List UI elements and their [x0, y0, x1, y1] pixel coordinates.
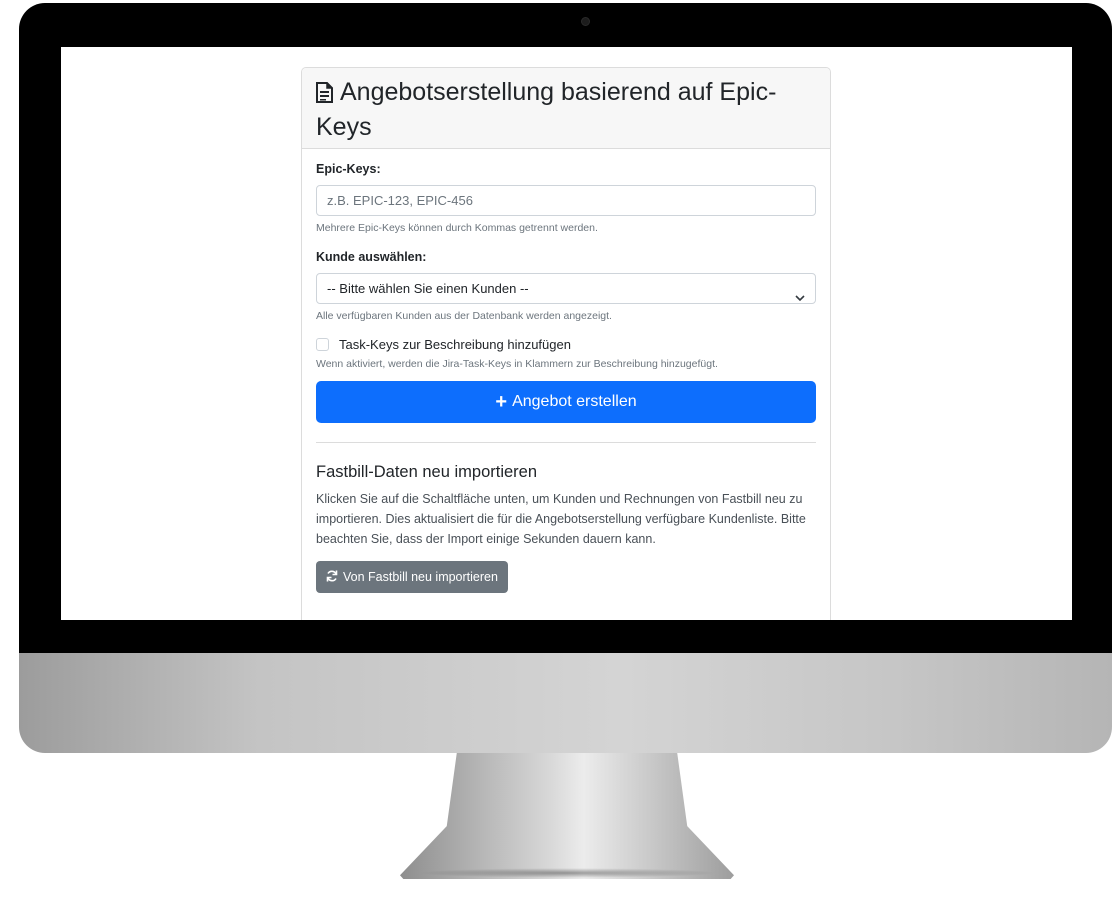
monitor-stand: [400, 753, 734, 879]
offer-card: Angebotserstellung basierend auf Epic-Ke…: [301, 67, 831, 620]
customer-help: Alle verfügbaren Kunden aus der Datenban…: [316, 310, 612, 322]
divider: [316, 442, 816, 443]
sync-icon: [326, 570, 338, 585]
create-offer-label: Angebot erstellen: [512, 393, 637, 410]
card-body: Epic-Keys: Mehrere Epic-Keys können durc…: [302, 149, 830, 593]
customer-select[interactable]: -- Bitte wählen Sie einen Kunden --: [316, 273, 816, 304]
create-offer-button[interactable]: + Angebot erstellen: [316, 381, 816, 423]
document-icon: [316, 79, 333, 111]
monitor-chin: [19, 653, 1112, 753]
task-keys-checkbox[interactable]: [316, 338, 329, 351]
page-title: Angebotserstellung basierend auf Epic-Ke…: [316, 76, 816, 143]
task-keys-option[interactable]: Task-Keys zur Beschreibung hinzufügen: [316, 337, 816, 352]
epic-keys-help: Mehrere Epic-Keys können durch Kommas ge…: [316, 222, 598, 234]
task-keys-label[interactable]: Task-Keys zur Beschreibung hinzufügen: [339, 337, 571, 352]
customer-label: Kunde auswählen:: [316, 250, 427, 264]
import-title: Fastbill-Daten neu importieren: [316, 463, 538, 481]
stand-shadow: [418, 868, 718, 878]
plus-icon: +: [495, 391, 508, 413]
fastbill-import-label: Von Fastbill neu importieren: [343, 570, 498, 584]
card-header: Angebotserstellung basierend auf Epic-Ke…: [302, 68, 830, 149]
chevron-down-icon: [795, 283, 805, 312]
task-keys-help: Wenn aktiviert, werden die Jira-Task-Key…: [316, 358, 718, 370]
import-description: Klicken Sie auf die Schaltfläche unten, …: [316, 492, 806, 546]
fastbill-import-button[interactable]: Von Fastbill neu importieren: [316, 561, 508, 593]
epic-keys-input[interactable]: [316, 185, 816, 216]
epic-keys-label: Epic-Keys:: [316, 162, 381, 176]
camera-icon: [581, 17, 590, 26]
page-title-text: Angebotserstellung basierend auf Epic-Ke…: [316, 78, 777, 141]
screen: Angebotserstellung basierend auf Epic-Ke…: [61, 47, 1072, 620]
customer-select-value: -- Bitte wählen Sie einen Kunden --: [327, 281, 529, 296]
